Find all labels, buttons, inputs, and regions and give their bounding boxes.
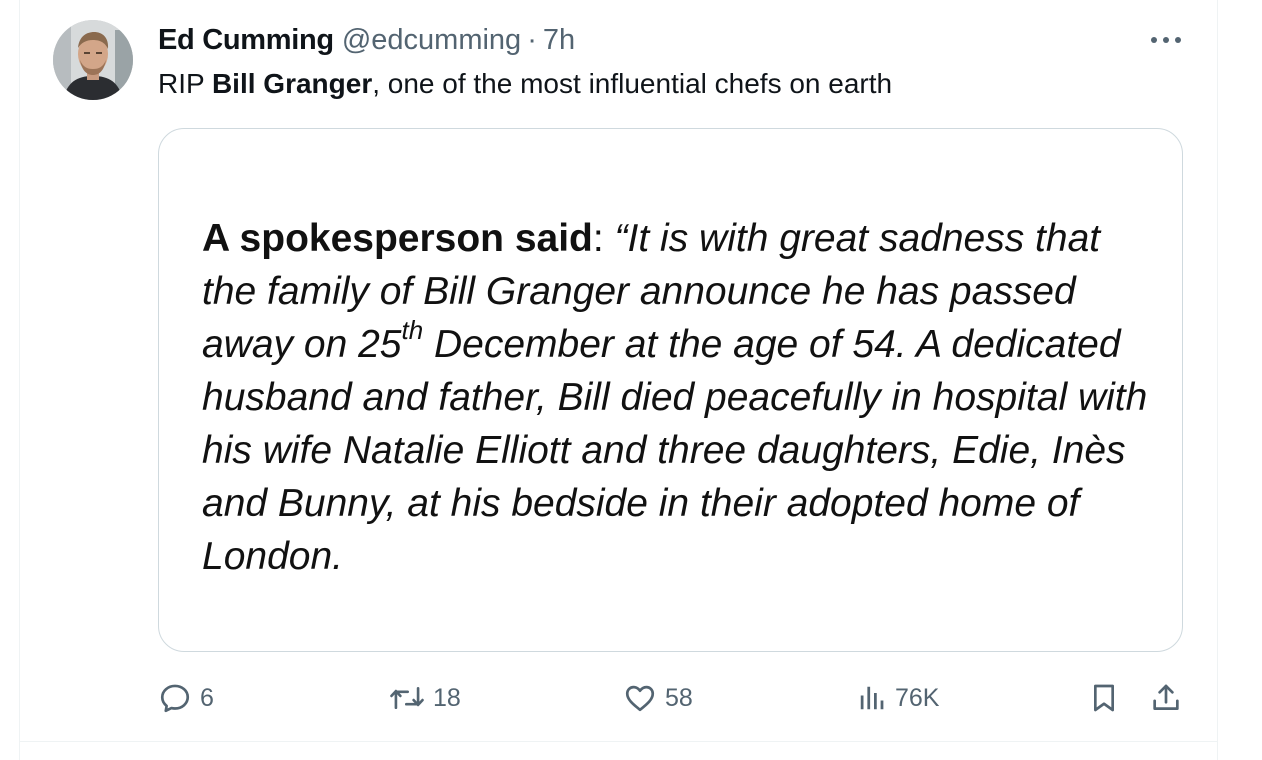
repost-button[interactable]: 18: [389, 678, 461, 718]
display-name[interactable]: Ed Cumming: [158, 24, 334, 57]
timeline-border-right: [1217, 0, 1218, 760]
repost-icon: [390, 686, 424, 710]
avatar-image: [53, 20, 133, 100]
views-button[interactable]: 76K: [857, 678, 939, 718]
reply-count: 6: [200, 683, 214, 712]
share-icon: [1153, 684, 1179, 710]
statement-superscript: th: [401, 315, 424, 345]
tweet-text-bold: Bill Granger: [211, 68, 373, 99]
tweet-text: RIP Bill Granger, one of the most influe…: [158, 64, 892, 104]
tweet-text-suffix: , one of the most influential chefs on e…: [372, 68, 893, 99]
separator-dot: ·: [527, 23, 537, 56]
more-icon: [1151, 37, 1181, 43]
timestamp[interactable]: 7h: [543, 24, 575, 57]
tweet-header: Ed Cumming @edcumming · 7h: [158, 20, 575, 60]
like-icon: [625, 685, 655, 712]
media-card[interactable]: A spokesperson said: “It is with great s…: [158, 128, 1183, 652]
more-button[interactable]: [1146, 26, 1186, 54]
reply-icon: [160, 684, 190, 713]
statement-speaker: A spokesperson said: [202, 217, 593, 260]
avatar[interactable]: [53, 20, 133, 100]
user-handle[interactable]: @edcumming: [342, 24, 521, 57]
share-button[interactable]: [1149, 678, 1183, 718]
statement-colon: :: [592, 217, 604, 260]
tweet-text-prefix: RIP: [158, 68, 212, 99]
repost-count: 18: [433, 683, 461, 712]
tweet-divider: [20, 741, 1217, 742]
timeline-border-left: [19, 0, 20, 760]
like-button[interactable]: 58: [623, 678, 693, 718]
statement-text: A spokesperson said: “It is with great s…: [202, 212, 1162, 583]
action-bar: 6 18 58 76K: [0, 678, 1262, 718]
views-count: 76K: [895, 683, 940, 712]
reply-button[interactable]: 6: [158, 678, 214, 718]
bookmark-button[interactable]: [1088, 678, 1120, 718]
bookmark-icon: [1094, 684, 1114, 712]
views-icon: [860, 686, 884, 710]
like-count: 58: [665, 683, 693, 712]
